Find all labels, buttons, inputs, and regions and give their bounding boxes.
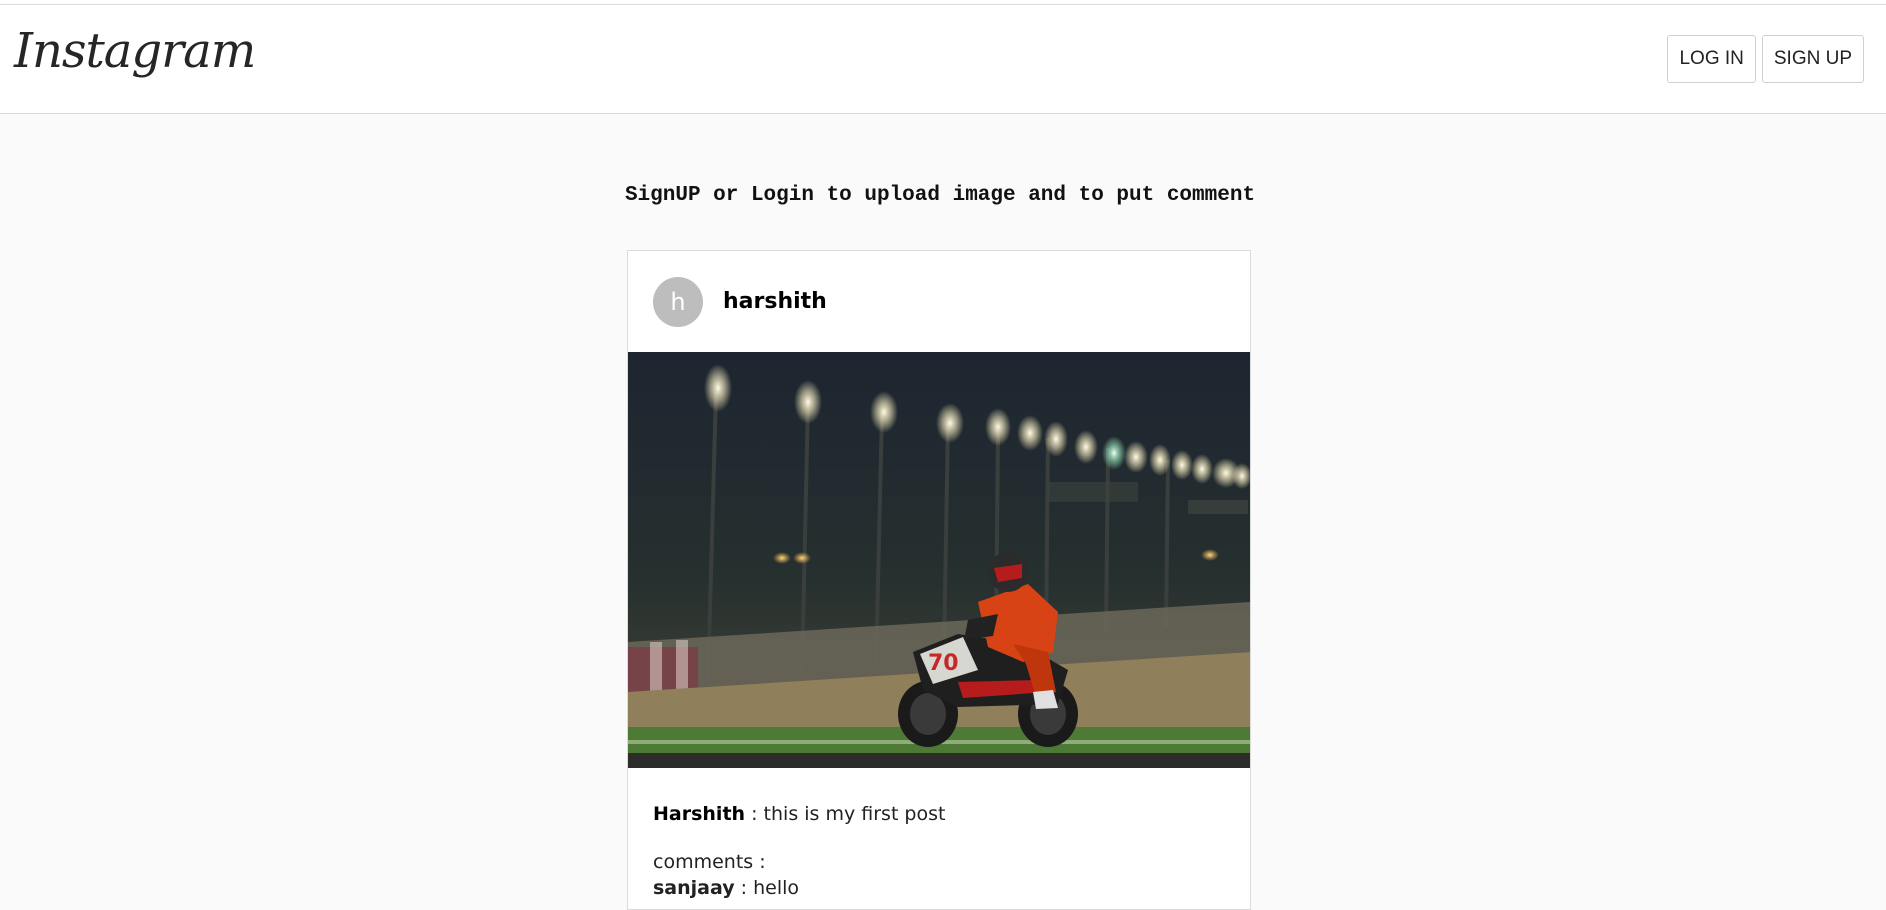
- post-header: h harshith: [628, 251, 1250, 352]
- post-image: 70: [628, 352, 1250, 768]
- auth-buttons: LOG IN SIGN UP: [1667, 35, 1864, 83]
- post-caption: Harshith : this is my first post: [628, 768, 1250, 825]
- caption-username[interactable]: Harshith: [653, 803, 745, 825]
- top-navbar: Instagram LOG IN SIGN UP: [0, 5, 1886, 114]
- login-notice: SignUP or Login to upload image and to p…: [624, 184, 1256, 207]
- caption-text: this is my first post: [763, 803, 946, 825]
- instagram-logo[interactable]: Instagram: [14, 23, 256, 79]
- post-card: h harshith 70 Harshith: this is my firs…: [627, 250, 1251, 910]
- signup-button[interactable]: SIGN UP: [1761, 35, 1864, 83]
- login-button[interactable]: LOG IN: [1667, 35, 1756, 83]
- comment-item: sanjaay : hello: [628, 873, 1250, 899]
- avatar[interactable]: h: [653, 276, 703, 327]
- caption-separator: :: [745, 803, 764, 825]
- comments-label: comments :: [653, 851, 766, 873]
- svg-text:70: 70: [928, 651, 959, 676]
- post-username[interactable]: harshith: [723, 289, 827, 314]
